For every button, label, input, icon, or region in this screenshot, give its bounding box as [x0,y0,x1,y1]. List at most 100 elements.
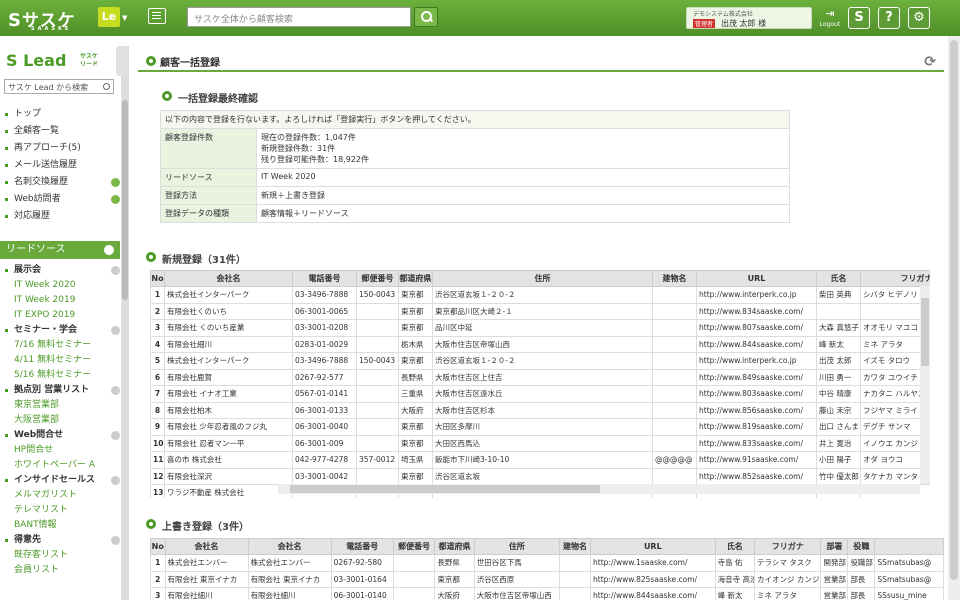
group-item[interactable]: IT EXPO 2019 [4,308,120,323]
table-cell: 3 [150,587,166,600]
table-cell: ワラジ不動産 株式会社 [164,484,293,498]
group-item[interactable]: HP問合せ [4,443,120,458]
group-item[interactable]: IT Week 2020 [4,278,120,293]
table-cell: SSmatsubas@ [874,570,944,588]
group-item[interactable]: 既存客リスト [4,548,120,563]
table-cell: 06-3001-0140 [330,587,394,600]
table-cell: 長野県 [398,368,433,386]
sidebar-item-card-history[interactable]: 名刺交換履歴 [4,174,120,191]
table-cell: 大田区多摩川 [432,418,653,436]
group-item[interactable]: 5/16 無料セミナー [4,368,120,383]
table-cell: 峰 新太 [714,587,756,600]
collapse-icon[interactable] [111,386,120,395]
saaske-logo[interactable]: Sサスケ SAASKE [8,6,76,32]
group-item[interactable]: ホワイトペーパー A [4,458,120,473]
table-cell: 06-3001-0065 [292,302,357,320]
table-cell: http://www.819saaske.com/ [696,418,817,436]
table-cell: 出茂 太郎 [816,352,861,370]
sidebar-search-input[interactable]: サスケ Lead から検索 [4,79,114,94]
column-header: 都道府県 [434,538,475,555]
group-item[interactable]: IT Week 2019 [4,293,120,308]
table-cell [652,434,697,452]
group-exhibition[interactable]: 展示会 [4,263,120,278]
info-value: IT Week 2020 [256,168,790,187]
new-table-hscroll-thumb[interactable] [290,485,600,493]
add-icon[interactable] [111,178,120,187]
sidebar-item-reapproach[interactable]: 再アプローチ(5) [4,140,120,157]
collapse-icon[interactable] [111,476,120,485]
update-table-box[interactable]: No 会社名 会社名 電話番号 郵便番号 都道府県 住所 建物名 URL 氏名 フリガナ 部署 役職 1… [150,538,944,600]
table-cell: 開発部 [820,554,849,572]
table-cell: 大阪市住吉区帝塚山西 [473,587,560,600]
group-branch[interactable]: 拠点別 営業リスト [4,383,120,398]
table-cell: 042-977-4278 [292,451,357,469]
table-cell: 大阪市住吉区杉本 [432,401,653,419]
refresh-icon[interactable]: ⟳ [924,54,936,70]
table-cell: 有限会社 くのいち産業 [164,319,293,337]
table-cell: 中谷 晴康 [816,385,861,403]
sidebar-toggle[interactable] [116,46,128,76]
table-cell: 出口 さんま [816,418,861,436]
lead-brand[interactable]: S Lead サスケ リード [6,51,98,70]
group-web[interactable]: Web問合せ [4,428,120,443]
search-icon[interactable] [414,7,438,27]
table-cell [356,385,399,403]
sidebar-item-activity[interactable]: 対応履歴 [4,208,120,225]
group-item[interactable]: 会員リスト [4,563,120,578]
sidebar-item-top[interactable]: トップ [4,106,120,123]
table-cell: 有限会社鹿賀 [164,368,293,386]
table-cell: 150-0043 [356,352,399,370]
new-table-box[interactable]: No 会社名 電話番号 郵便番号 都道府県 住所 建物名 URL 氏名 フリガナ 1 株式会社インタ… [150,270,930,498]
collapse-icon[interactable] [111,536,120,545]
settings-icon[interactable]: ⚙ [908,7,930,29]
global-search-input[interactable]: サスケ全体から顧客検索 [187,7,411,27]
page-scroll-thumb[interactable] [950,40,958,580]
collapse-icon[interactable] [111,431,120,440]
table-cell: 有限会社 東京イナカ [164,570,249,588]
group-seminar[interactable]: セミナー・学会 [4,323,120,338]
group-item[interactable]: BANT情報 [4,518,120,533]
info-key: 登録データの種類 [160,204,257,223]
group-inside-sales[interactable]: インサイドセールス [4,473,120,488]
table-cell: 川田 勇一 [816,368,861,386]
saaske-menu-button[interactable]: S [848,7,870,29]
info-value: 新規＋上書き登録 [256,186,790,205]
sidebar-scroll-thumb[interactable] [122,100,128,300]
logout-icon: ⇥ [825,7,835,20]
group-item[interactable]: 4/11 無料セミナー [4,353,120,368]
chevron-down-icon[interactable]: ▼ [122,14,127,22]
table-cell: 大阪市住吉区遠水丘 [432,385,653,403]
table-cell: 三重県 [398,385,433,403]
group-item[interactable]: 7/16 無料セミナー [4,338,120,353]
app-badge[interactable]: Le [98,7,120,27]
add-icon[interactable] [111,195,120,204]
table-cell [558,587,592,600]
group-item[interactable]: テレマリスト [4,503,120,518]
table-cell: 東京都 [398,352,433,370]
table-cell: 大阪市住吉区上住吉 [432,368,653,386]
table-cell: 井上 寛治 [816,434,861,452]
group-item[interactable]: メルマガリスト [4,488,120,503]
table-cell: 飯能市下川崎3-10-10 [432,451,653,469]
group-item[interactable]: 東京営業部 [4,398,120,413]
table-cell: 渋谷区道玄坂 [432,467,653,485]
sidebar-item-web-visitors[interactable]: Web訪問者 [4,191,120,208]
column-header: 氏名 [816,270,861,287]
logout-button[interactable]: ⇥ Logout [819,7,841,29]
sidebar-nav: トップ 全顧客一覧 再アプローチ(5) メール送信履歴 名刺交換履歴 Web訪問… [4,106,120,225]
collapse-icon[interactable] [111,326,120,335]
sidebar-item-mail-history[interactable]: メール送信履歴 [4,157,120,174]
chat-icon[interactable] [148,8,166,24]
collapse-icon[interactable] [111,266,120,275]
sidebar-item-all-customers[interactable]: 全顧客一覧 [4,123,120,140]
group-clients[interactable]: 得意先 [4,533,120,548]
help-icon[interactable]: ? [878,7,900,29]
table-cell: 寺島 佑 [714,554,756,572]
table-cell [652,352,697,370]
table-cell: 1 [150,286,165,304]
new-table-vscroll-thumb[interactable] [921,298,929,366]
group-item[interactable]: 大阪営業部 [4,413,120,428]
collapse-icon[interactable] [104,245,114,255]
lead-source-section[interactable]: リードソース [0,241,120,259]
column-header: 建物名 [558,538,592,555]
